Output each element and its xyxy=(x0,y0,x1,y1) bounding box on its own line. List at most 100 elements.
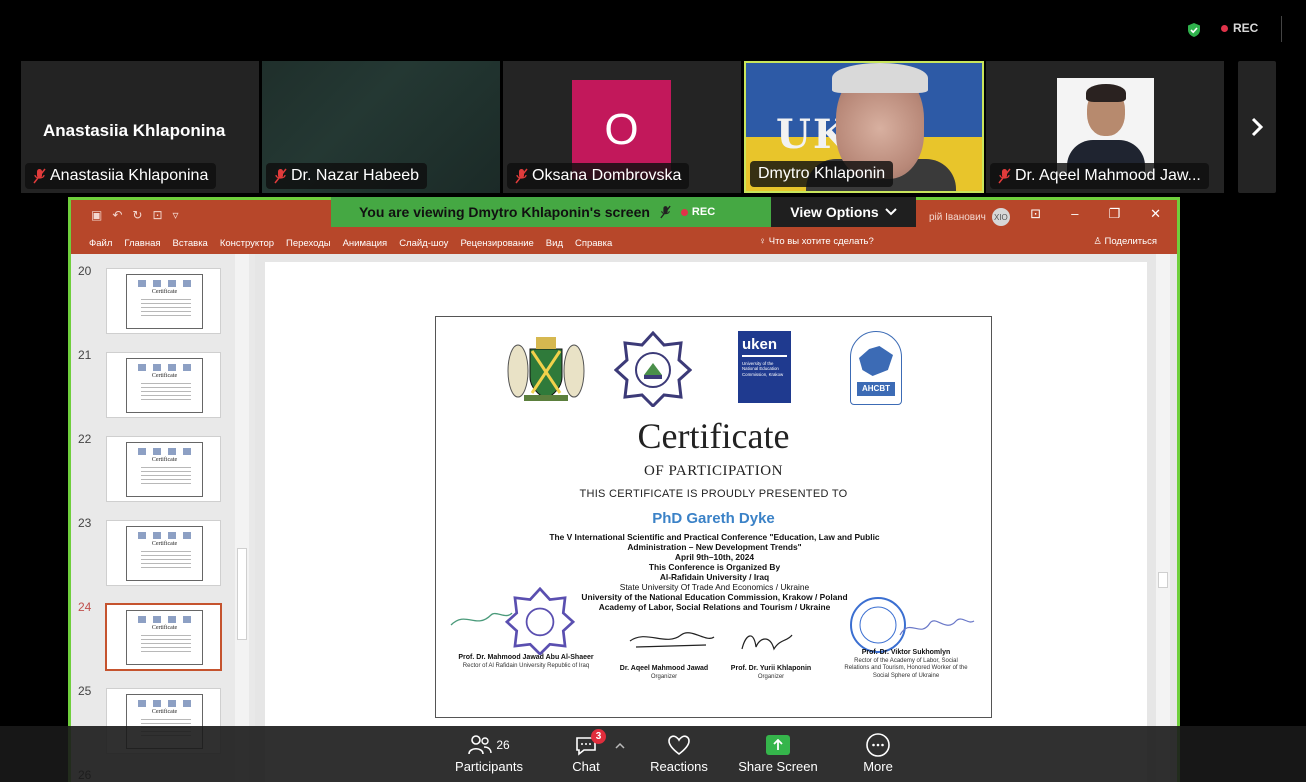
slide-number: 21 xyxy=(78,348,92,362)
ribbon-display-icon[interactable]: ⊡ xyxy=(1030,206,1041,222)
signature-2 xyxy=(629,632,715,648)
participant-name: Dmytro Khlaponin xyxy=(758,165,886,182)
chat-unread-badge: 3 xyxy=(591,729,606,744)
video-tile-oksana[interactable]: O Oksana Dombrovska xyxy=(503,61,741,193)
reactions-button[interactable]: Reactions xyxy=(646,731,712,781)
mic-muted-icon xyxy=(998,168,1011,184)
thumb-title: Certificate xyxy=(151,709,178,715)
ppt-user[interactable]: рій Іванович ХІО xyxy=(929,208,1010,226)
slide-thumbnail[interactable]: Certificate xyxy=(106,268,221,334)
redo-icon[interactable]: ↻ xyxy=(132,208,142,222)
recording-label: REC xyxy=(691,206,716,218)
signatory-name: Prof. Dr. Yurii Khlaponin xyxy=(730,665,812,672)
thumb-title: Certificate xyxy=(151,457,178,463)
coat-of-arms-logo xyxy=(507,337,585,401)
person-hair xyxy=(832,63,928,93)
tab-review[interactable]: Рецензирование xyxy=(460,238,545,249)
body-line: April 9th–10th, 2024 xyxy=(674,552,755,562)
video-tile-nazar[interactable]: Dr. Nazar Habeeb xyxy=(262,61,500,193)
signatory-1: Prof. Dr. Mahmood Jawad Abu Al-Shaeer Re… xyxy=(441,654,611,670)
signatory-role: Organizer xyxy=(650,673,678,680)
slide-thumbnail[interactable]: Certificate xyxy=(106,352,221,418)
share-label: Поделиться xyxy=(1104,236,1157,247)
chat-options-button[interactable] xyxy=(612,731,628,781)
participant-name-chip: Dr. Aqeel Mahmood Jaw... xyxy=(990,163,1209,189)
mic-muted-icon xyxy=(274,168,287,184)
encryption-shield-icon[interactable] xyxy=(1186,22,1202,38)
view-options-label: View Options xyxy=(790,204,879,220)
quick-access-toolbar: ▣ ↶ ↻ ⊡ ▿ xyxy=(91,208,179,222)
signatory-role: Organizer xyxy=(757,673,785,680)
tab-transitions[interactable]: Переходы xyxy=(286,238,343,249)
lightbulb-icon: ♀ xyxy=(759,236,769,247)
slide-thumbnail-active[interactable]: Certificate xyxy=(105,603,222,671)
ancbt-logo: AHCBT xyxy=(850,331,902,405)
signatory-2: Dr. Aqeel Mahmood Jawad Organizer xyxy=(614,665,714,681)
ancbt-logo-text: AHCBT xyxy=(857,382,895,396)
tab-slideshow[interactable]: Слайд-шоу xyxy=(399,238,460,249)
tab-animations[interactable]: Анимация xyxy=(343,238,400,249)
more-button[interactable]: More xyxy=(858,731,898,781)
slide-thumbnails-panel[interactable]: 20 Certificate 21 Certificate 22 Certifi… xyxy=(71,254,255,782)
record-dot-icon xyxy=(1221,24,1228,32)
mic-muted-icon xyxy=(515,168,528,184)
tab-home[interactable]: Главная xyxy=(124,238,172,249)
signature-1 xyxy=(450,612,513,626)
participant-name: Dr. Nazar Habeeb xyxy=(291,167,420,184)
participant-name: Dr. Aqeel Mahmood Jaw... xyxy=(1015,167,1201,184)
gallery-next-button[interactable] xyxy=(1238,61,1276,193)
chat-button[interactable]: 3 Chat xyxy=(566,729,606,781)
chevron-down-icon xyxy=(885,208,897,216)
thumbnails-scrollbar[interactable] xyxy=(235,254,249,782)
tab-design[interactable]: Конструктор xyxy=(220,238,286,249)
slide-number: 20 xyxy=(78,264,92,278)
share-screen-button[interactable]: Share Screen xyxy=(736,731,820,781)
certificate-presented-line: THIS CERTIFICATE IS PROUDLY PRESENTED TO xyxy=(579,488,848,500)
slideshow-icon[interactable]: ⊡ xyxy=(152,208,162,222)
slide-scrollbar[interactable] xyxy=(1156,254,1170,782)
thumb-title: Certificate xyxy=(151,373,178,379)
video-tile-dmytro-active-speaker[interactable]: UK E Dmytro Khlaponin xyxy=(744,61,984,193)
body-line: Administration – New Development Trends" xyxy=(627,542,802,552)
signatory-name: Prof. Dr. Viktor Sukhomlyn xyxy=(861,649,951,656)
close-icon[interactable]: ✕ xyxy=(1150,206,1161,222)
customize-arrow-icon[interactable]: ▿ xyxy=(173,208,179,222)
participant-name-chip: Anastasiia Khlaponina xyxy=(25,163,217,189)
share-screen-icon xyxy=(766,735,790,755)
body-line: The V International Scientific and Pract… xyxy=(549,532,880,542)
signature-4 xyxy=(899,618,975,636)
video-tile-aqeel[interactable]: Dr. Aqeel Mahmood Jaw... xyxy=(986,61,1224,193)
tab-file[interactable]: Файл xyxy=(89,238,124,249)
slide-thumbnail[interactable]: Certificate xyxy=(106,436,221,502)
tab-view[interactable]: Вид xyxy=(546,238,575,249)
chat-label: Chat xyxy=(572,759,600,774)
view-options-button[interactable]: View Options xyxy=(771,197,916,227)
shared-screen[interactable]: ▣ ↶ ↻ ⊡ ▿ рій Іванович ХІО ⊡ – ❐ ✕ Файл … xyxy=(68,197,1180,782)
signatory-role: Rector of Al Rafidain University Republi… xyxy=(462,662,590,669)
recording-indicator[interactable]: REC xyxy=(1221,21,1258,35)
heart-icon xyxy=(668,735,690,756)
ppt-share-button[interactable]: ♙ Поделиться xyxy=(1093,236,1157,247)
scrollbar-thumb[interactable] xyxy=(237,548,247,640)
signatory-4: Prof. Dr. Viktor Sukhomlyn Rector of the… xyxy=(841,649,971,680)
share-screen-label: Share Screen xyxy=(738,759,818,774)
tab-insert[interactable]: Вставка xyxy=(173,238,220,249)
save-icon[interactable]: ▣ xyxy=(91,208,102,222)
user-name: рій Іванович xyxy=(929,211,986,223)
scrollbar-thumb[interactable] xyxy=(1158,572,1168,588)
minimize-icon[interactable]: – xyxy=(1071,206,1078,222)
window-controls: ⊡ – ❐ ✕ xyxy=(1030,206,1161,222)
restore-icon[interactable]: ❐ xyxy=(1108,206,1120,222)
signatory-role: Rector of the Academy of Labor, Social R… xyxy=(844,657,968,679)
participants-button[interactable]: 26 Participants xyxy=(452,731,526,781)
tell-me-search[interactable]: ♀ Что вы хотите сделать? xyxy=(759,236,874,247)
tab-help[interactable]: Справка xyxy=(575,238,624,249)
certificate-slide: uken University of the National Educatio… xyxy=(435,316,992,718)
slide-number: 25 xyxy=(78,684,92,698)
mic-muted-icon xyxy=(660,205,671,219)
record-dot-icon xyxy=(680,208,688,216)
reactions-label: Reactions xyxy=(650,759,708,774)
undo-icon[interactable]: ↶ xyxy=(112,208,122,222)
video-tile-anastasiia[interactable]: Anastasiia Khlaponina Anastasiia Khlapon… xyxy=(21,61,259,193)
slide-thumbnail[interactable]: Certificate xyxy=(106,520,221,586)
